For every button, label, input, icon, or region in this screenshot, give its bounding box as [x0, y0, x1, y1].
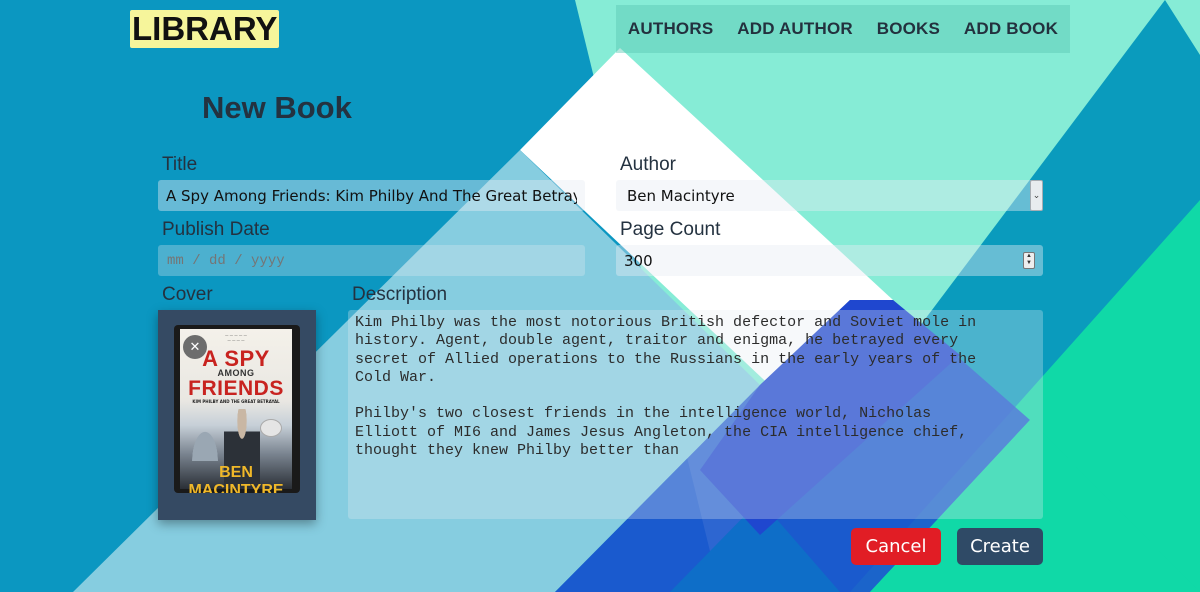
description-label: Description [352, 284, 448, 305]
cover-label: Cover [162, 284, 213, 305]
page-title: New Book [202, 90, 352, 125]
nav-books[interactable]: BOOKS [877, 19, 940, 39]
author-select[interactable]: Ben Macintyre ⌄ [616, 180, 1043, 211]
cover-author: BEN MACINTYRE [188, 464, 284, 493]
close-icon[interactable]: ✕ [183, 335, 207, 359]
title-input[interactable] [158, 180, 585, 211]
nav-authors[interactable]: AUTHORS [628, 19, 713, 39]
library-logo[interactable]: LIBRARY [130, 10, 280, 48]
nav-add-author[interactable]: ADD AUTHOR [737, 19, 853, 39]
page-count-value: 300 [624, 252, 653, 270]
cover-title-line3: FRIENDS [188, 377, 284, 400]
cover-blurb: — — — — — — — — — [225, 333, 247, 342]
description-textarea[interactable]: Kim Philby was the most notorious Britis… [348, 310, 1043, 519]
publish-date-input[interactable] [158, 245, 585, 276]
page-count-input[interactable]: 300 ▲ ▼ [616, 245, 1043, 276]
author-selected-value: Ben Macintyre [627, 187, 735, 205]
create-button[interactable]: Create [957, 528, 1043, 565]
main-nav: AUTHORS ADD AUTHOR BOOKS ADD BOOK [616, 5, 1070, 53]
cover-dome-graphic [190, 427, 220, 461]
page-count-label: Page Count [620, 219, 721, 240]
cover-preview[interactable]: — — — — — — — — — A SPY AMONG FRIENDS KIM… [158, 310, 316, 520]
chevron-down-icon[interactable]: ⌄ [1030, 180, 1043, 211]
title-label: Title [162, 154, 198, 175]
nav-add-book[interactable]: ADD BOOK [964, 19, 1058, 39]
cancel-button[interactable]: Cancel [851, 528, 941, 565]
cover-badge [260, 419, 282, 437]
stepper-arrows-icon[interactable]: ▲ ▼ [1023, 252, 1035, 269]
cover-subtitle: KIM PHILBY AND THE GREAT BETRAYAL [192, 399, 280, 404]
author-label: Author [620, 154, 676, 175]
publish-date-label: Publish Date [162, 219, 270, 240]
